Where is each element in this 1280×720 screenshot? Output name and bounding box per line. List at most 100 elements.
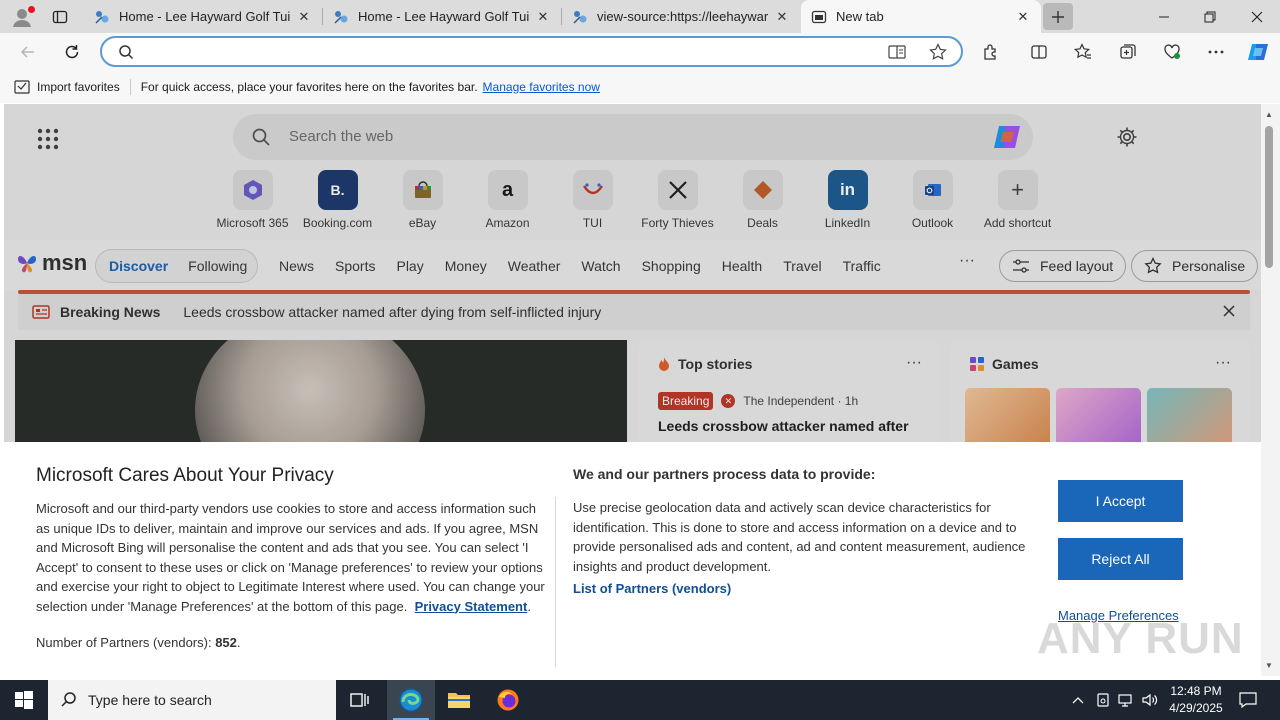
- scroll-down-arrow-icon[interactable]: ▼: [1265, 661, 1273, 670]
- address-input[interactable]: [146, 42, 846, 62]
- close-tab-icon[interactable]: ✕: [296, 9, 312, 25]
- browser-toolbar: [0, 33, 1280, 70]
- scrollbar-thumb[interactable]: [1265, 126, 1273, 268]
- partners-count: 852: [215, 635, 237, 650]
- device-icon: [1097, 693, 1109, 707]
- puzzle-icon: [984, 44, 996, 60]
- tray-device[interactable]: [1093, 680, 1113, 720]
- split-screen-button[interactable]: [1024, 37, 1054, 67]
- close-window-button[interactable]: [1234, 0, 1280, 33]
- favorites-button[interactable]: [1068, 37, 1098, 67]
- privacy-body: Microsoft and our third-party vendors us…: [36, 501, 545, 614]
- favorites-star-icon: [1074, 43, 1091, 59]
- search-icon: [119, 45, 134, 60]
- heart-pulse-icon: [1164, 44, 1180, 59]
- partners-count-line: Number of Partners (vendors): 852.: [36, 635, 241, 650]
- firefox-icon: [497, 689, 519, 711]
- edge-icon: [399, 688, 423, 712]
- taskbar-file-explorer[interactable]: [435, 680, 483, 720]
- reject-all-button[interactable]: Reject All: [1058, 538, 1183, 580]
- tab-title: view-source:https://leehaywardgolf: [597, 9, 768, 24]
- immersive-reader-icon[interactable]: [888, 44, 906, 60]
- privacy-title: Microsoft Cares About Your Privacy: [36, 465, 334, 486]
- profile-avatar[interactable]: [10, 5, 35, 29]
- close-tab-icon[interactable]: ✕: [774, 9, 790, 25]
- favorites-divider: [129, 78, 131, 95]
- privacy-statement-link[interactable]: Privacy Statement: [415, 599, 528, 614]
- taskbar-firefox[interactable]: [484, 680, 532, 720]
- data-processing-body: Use precise geolocation data and activel…: [573, 500, 1026, 574]
- taskbar-clock[interactable]: 12:48 PM 4/29/2025: [1156, 683, 1236, 717]
- settings-more-button[interactable]: [1201, 37, 1231, 67]
- close-icon: [1251, 11, 1263, 22]
- show-hidden-icons-button[interactable]: [1068, 680, 1088, 720]
- minimize-icon: [1159, 16, 1169, 17]
- browser-tab-active[interactable]: New tab ✕: [801, 0, 1041, 33]
- minimize-button[interactable]: [1141, 0, 1187, 33]
- close-tab-icon[interactable]: ✕: [1015, 9, 1031, 25]
- import-favorites-button[interactable]: Import favorites: [14, 80, 120, 94]
- tab-title: Home - Lee Hayward Golf Tuition: [358, 9, 529, 24]
- restore-button[interactable]: [1187, 0, 1233, 33]
- windows-logo-icon: [15, 691, 33, 709]
- copilot-icon: [1248, 44, 1268, 60]
- folder-icon: [448, 693, 470, 708]
- tab-title: New tab: [836, 9, 884, 24]
- close-tab-icon[interactable]: ✕: [535, 9, 551, 25]
- task-view-button[interactable]: [336, 680, 384, 720]
- new-tab-button[interactable]: [1043, 3, 1073, 30]
- golf-site-favicon: [95, 10, 109, 24]
- import-favorites-label: Import favorites: [37, 79, 120, 94]
- tab-actions-icon: [52, 10, 68, 24]
- back-arrow-icon: [20, 46, 34, 58]
- refresh-icon: [65, 45, 79, 59]
- data-processing-title: We and our partners process data to prov…: [573, 466, 876, 482]
- favorite-star-icon[interactable]: [929, 43, 947, 61]
- collections-button[interactable]: [1113, 37, 1143, 67]
- taskbar-search-placeholder: Type here to search: [88, 692, 212, 708]
- clock-date: 4/29/2025: [1169, 701, 1223, 715]
- task-view-icon: [350, 693, 369, 707]
- privacy-body-text: Microsoft and our third-party vendors us…: [36, 501, 545, 614]
- browser-tab[interactable]: view-source:https://leehaywardgolf ✕: [562, 0, 800, 33]
- tab-actions-button[interactable]: [47, 5, 73, 29]
- browser-tab[interactable]: Home - Lee Hayward Golf Tuition ✕: [323, 0, 561, 33]
- new-tab-favicon: [811, 10, 827, 23]
- start-button[interactable]: [0, 680, 48, 720]
- import-icon: [14, 79, 30, 94]
- performance-button[interactable]: [1157, 37, 1187, 67]
- partners-label: Number of Partners (vendors):: [36, 635, 212, 650]
- clock-time: 12:48 PM: [1170, 684, 1222, 698]
- collections-icon: [1120, 44, 1136, 59]
- golf-site-favicon: [334, 10, 348, 24]
- list-of-partners-link[interactable]: List of Partners (vendors): [573, 581, 731, 596]
- tab-strip: Home - Lee Hayward Golf Tuition ✕ Home -…: [0, 0, 1280, 33]
- extensions-button[interactable]: [976, 37, 1006, 67]
- accept-button[interactable]: I Accept: [1058, 480, 1183, 522]
- taskbar-search-box[interactable]: Type here to search: [48, 680, 336, 720]
- copilot-button[interactable]: [1243, 37, 1273, 67]
- search-icon: [61, 692, 76, 707]
- privacy-consent-dialog: Microsoft Cares About Your Privacy Micro…: [4, 442, 1261, 676]
- network-icon: [1118, 694, 1132, 707]
- notification-icon: [1239, 692, 1257, 708]
- notification-dot: [28, 6, 35, 13]
- more-dots-icon: [1208, 50, 1224, 54]
- browser-tab[interactable]: Home - Lee Hayward Golf Tuition ✕: [84, 0, 322, 33]
- windows-taskbar: Type here to search 12:48 PM 4/29/2025: [0, 680, 1280, 720]
- notifications-button[interactable]: [1236, 680, 1260, 720]
- manage-favorites-link[interactable]: Manage favorites now: [483, 80, 600, 94]
- tray-network[interactable]: [1116, 680, 1136, 720]
- refresh-button[interactable]: [57, 37, 87, 67]
- restore-icon: [1204, 11, 1216, 22]
- favorites-hint: For quick access, place your favorites h…: [140, 79, 478, 94]
- scroll-up-arrow-icon[interactable]: ▲: [1265, 110, 1273, 119]
- taskbar-edge[interactable]: [387, 680, 435, 720]
- privacy-divider: [555, 497, 556, 667]
- favorites-bar: Import favorites For quick access, place…: [0, 70, 1280, 103]
- chevron-up-icon: [1072, 697, 1084, 704]
- split-screen-icon: [1031, 45, 1047, 59]
- address-bar[interactable]: [100, 36, 963, 67]
- page-scrollbar[interactable]: ▲ ▼: [1261, 104, 1280, 676]
- back-button[interactable]: [13, 37, 43, 67]
